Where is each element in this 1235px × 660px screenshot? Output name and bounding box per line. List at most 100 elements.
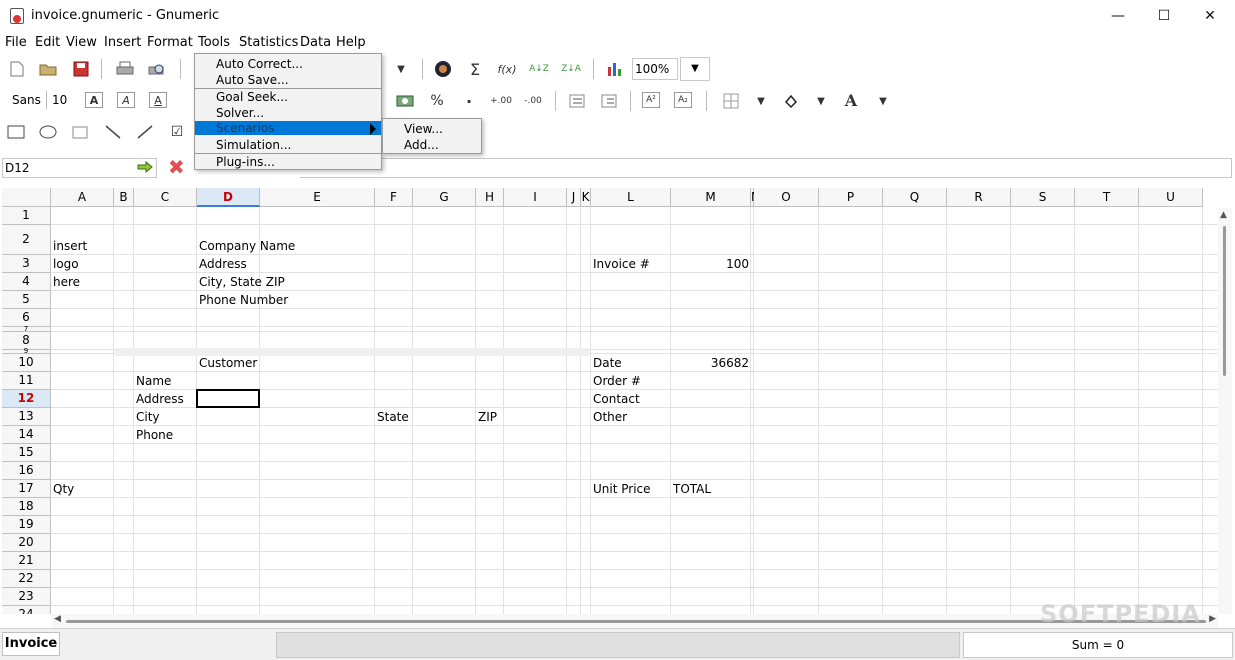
checkbox-icon[interactable]: ☑	[166, 121, 188, 143]
arrow-icon[interactable]	[134, 121, 156, 143]
row-header-11[interactable]: 11	[2, 372, 51, 390]
column-header-a[interactable]: A	[51, 188, 114, 207]
menu-help[interactable]: Help	[336, 35, 366, 50]
row-header-3[interactable]: 3	[2, 255, 51, 273]
menu-item-goal-seek[interactable]: Goal Seek...	[195, 89, 381, 105]
menu-edit[interactable]: Edit	[35, 35, 60, 50]
increase-indent-icon[interactable]	[598, 90, 620, 112]
vertical-scroll-thumb[interactable]	[1223, 226, 1226, 376]
decrease-decimals-icon[interactable]: -.00	[522, 90, 544, 112]
new-file-icon[interactable]	[6, 58, 28, 80]
column-header-o[interactable]: O	[754, 188, 819, 207]
underline-icon[interactable]: A	[149, 92, 167, 108]
print-preview-icon[interactable]	[146, 58, 168, 80]
rectangle-icon[interactable]	[5, 121, 27, 143]
cell-name-box[interactable]: D12	[2, 158, 157, 178]
cell-d10[interactable]: Customer	[199, 355, 257, 371]
cell-a17[interactable]: Qty	[53, 481, 74, 497]
menu-insert[interactable]: Insert	[104, 35, 141, 50]
cell-l17[interactable]: Unit Price	[593, 481, 651, 497]
menu-item-auto-save[interactable]: Auto Save...	[195, 72, 381, 88]
italic-icon[interactable]: A	[117, 92, 135, 108]
cell-c11[interactable]: Name	[136, 373, 171, 389]
column-header-f[interactable]: F	[375, 188, 413, 207]
row-header-5[interactable]: 5	[2, 291, 51, 309]
font-color-icon[interactable]: A	[840, 89, 862, 111]
hyperlink-globe-icon[interactable]	[432, 58, 454, 80]
maximize-button[interactable]: ☐	[1141, 0, 1187, 32]
row-header-13[interactable]: 13	[2, 408, 51, 426]
cell-l11[interactable]: Order #	[593, 373, 641, 389]
column-header-g[interactable]: G	[413, 188, 476, 207]
save-icon[interactable]	[70, 58, 92, 80]
print-icon[interactable]	[114, 58, 136, 80]
cell-d2[interactable]: Company Name	[199, 238, 295, 254]
row-header-18[interactable]: 18	[2, 498, 51, 516]
percent-format-icon[interactable]: %	[426, 90, 448, 112]
column-header-d[interactable]: D	[197, 188, 260, 207]
cell-h13[interactable]: ZIP	[478, 409, 497, 425]
cell-c12[interactable]: Address	[136, 391, 184, 407]
row-header-4[interactable]: 4	[2, 273, 51, 291]
row-header-12[interactable]: 12	[2, 390, 51, 408]
scroll-right-icon[interactable]: ▶	[1209, 614, 1216, 624]
frame-icon[interactable]	[69, 121, 91, 143]
borders-dropdown-icon[interactable]: ▼	[750, 90, 772, 112]
menu-data[interactable]: Data	[300, 35, 331, 50]
horizontal-scroll-thumb[interactable]	[66, 620, 1206, 623]
sheet-tab-invoice[interactable]: Invoice	[2, 632, 60, 656]
increase-decimals-icon[interactable]: +.00	[490, 90, 512, 112]
cell-f13[interactable]: State	[377, 409, 409, 425]
menu-format[interactable]: Format	[147, 35, 193, 50]
column-header-h[interactable]: H	[476, 188, 504, 207]
menu-file[interactable]: File	[5, 35, 27, 50]
cell-d3[interactable]: Address	[199, 256, 247, 272]
menu-item-solver[interactable]: Solver...	[195, 105, 381, 121]
thousands-separator-icon[interactable]: ·	[458, 90, 480, 112]
cancel-entry-icon[interactable]: ✖	[168, 157, 188, 179]
row-header-24[interactable]: 24	[2, 606, 51, 614]
minimize-button[interactable]: —	[1095, 0, 1141, 32]
column-header-k[interactable]: K	[581, 188, 591, 207]
sort-ascending-icon[interactable]: A↓Z	[528, 58, 550, 80]
menu-item-scenarios-view[interactable]: View...	[383, 121, 481, 137]
scroll-left-icon[interactable]: ◀	[54, 614, 61, 624]
menu-statistics[interactable]: Statistics	[239, 35, 298, 50]
column-header-t[interactable]: T	[1075, 188, 1139, 207]
cell-c13[interactable]: City	[136, 409, 160, 425]
chart-icon[interactable]	[604, 58, 626, 80]
row-header-1[interactable]: 1	[2, 207, 51, 225]
cell-m17[interactable]: TOTAL	[673, 481, 711, 497]
font-size-field[interactable]: 10	[52, 93, 67, 107]
superscript-icon[interactable]: A²	[642, 92, 660, 108]
row-header-14[interactable]: 14	[2, 426, 51, 444]
cell-d5[interactable]: Phone Number	[199, 292, 288, 308]
menu-item-simulation[interactable]: Simulation...	[195, 137, 381, 153]
cell-m10[interactable]: 36682	[673, 355, 749, 371]
cell-a2[interactable]: insert	[53, 238, 87, 254]
cell-l13[interactable]: Other	[593, 409, 627, 425]
column-header-b[interactable]: B	[114, 188, 134, 207]
column-header-p[interactable]: P	[819, 188, 883, 207]
row-header-23[interactable]: 23	[2, 588, 51, 606]
column-header-i[interactable]: I	[504, 188, 567, 207]
function-icon[interactable]: f(x)	[496, 58, 518, 80]
row-header-21[interactable]: 21	[2, 552, 51, 570]
font-color-dropdown-icon[interactable]: ▼	[872, 90, 894, 112]
menu-item-plug-ins[interactable]: Plug-ins...	[195, 154, 381, 170]
go-to-cell-icon[interactable]	[137, 160, 153, 174]
row-header-19[interactable]: 19	[2, 516, 51, 534]
column-header-s[interactable]: S	[1011, 188, 1075, 207]
formula-input[interactable]	[300, 158, 1232, 178]
sum-icon[interactable]: Σ	[464, 58, 486, 80]
ellipse-icon[interactable]	[37, 121, 59, 143]
line-icon[interactable]	[102, 121, 124, 143]
menu-item-scenarios[interactable]: Scenarios	[195, 121, 381, 135]
subscript-icon[interactable]: A₂	[674, 92, 692, 108]
borders-icon[interactable]	[720, 90, 742, 112]
vertical-scrollbar[interactable]: ▲	[1218, 208, 1232, 614]
font-name-field[interactable]: Sans	[12, 93, 41, 107]
decrease-indent-icon[interactable]	[566, 90, 588, 112]
cell-l12[interactable]: Contact	[593, 391, 640, 407]
column-header-m[interactable]: M	[671, 188, 751, 207]
